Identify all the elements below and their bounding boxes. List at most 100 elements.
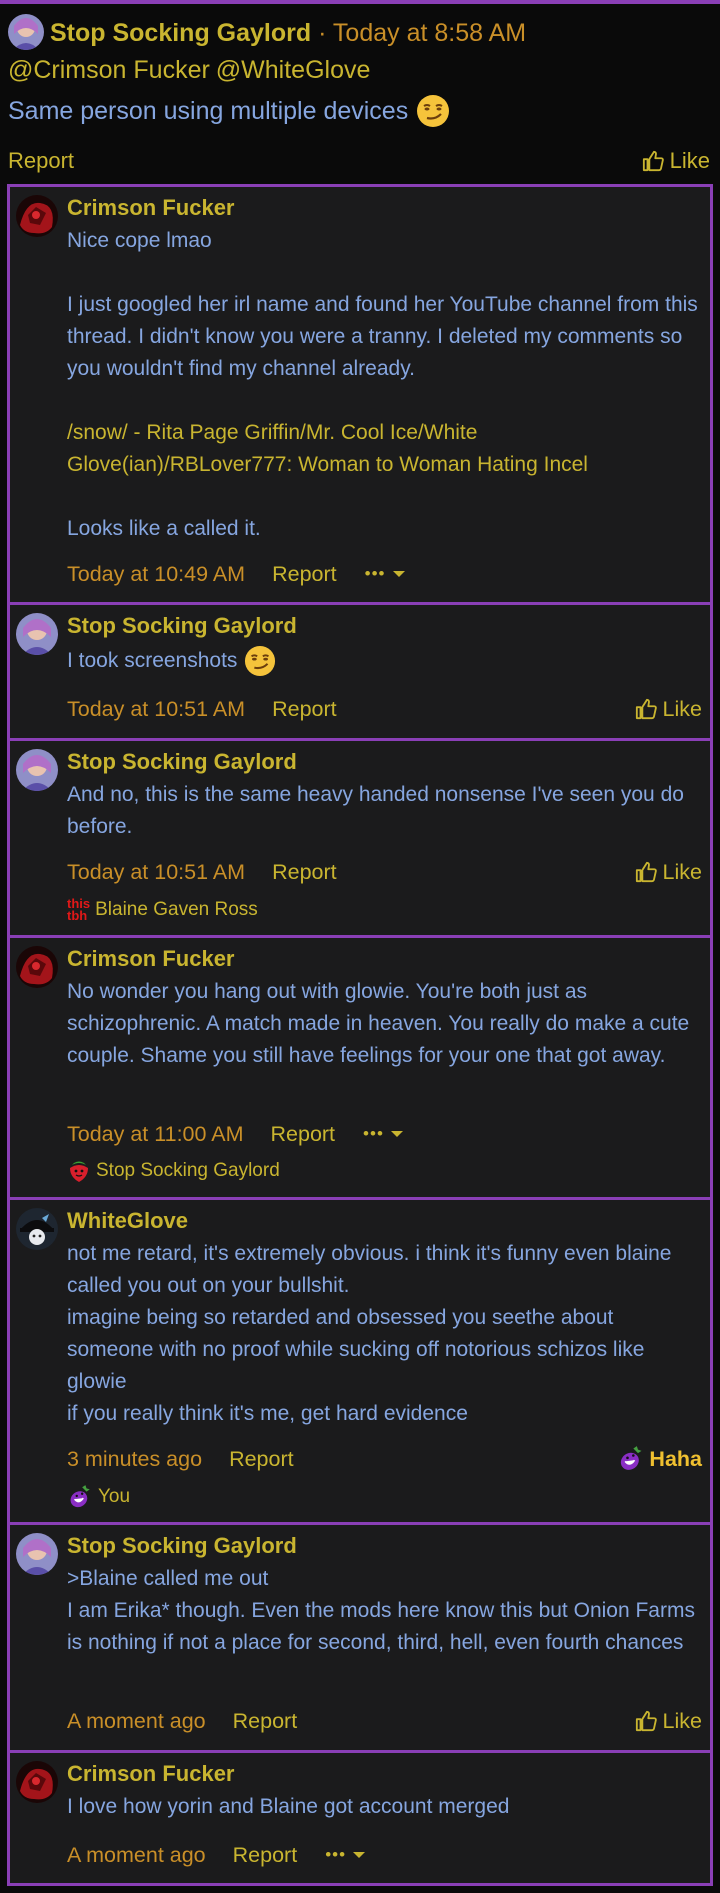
avatar[interactable] xyxy=(8,14,44,50)
report-link[interactable]: Report xyxy=(272,697,337,722)
reply-footer: 3 minutes ago Report Haha xyxy=(67,1443,702,1475)
post-time[interactable]: Today at 8:58 AM xyxy=(333,19,526,47)
reaction-user[interactable]: Stop Socking Gaylord xyxy=(96,1160,280,1182)
separator: · xyxy=(311,19,333,47)
avatar[interactable] xyxy=(16,1761,58,1803)
parent-post: Stop Socking Gaylord · Today at 8:58 AM … xyxy=(0,6,720,182)
reply-line: I am Erika* though. Even the mods here k… xyxy=(67,1599,695,1654)
haha-label: Haha xyxy=(649,1446,702,1471)
post-text: Same person using multiple devices xyxy=(8,94,450,128)
reply-line: I just googled her irl name and found he… xyxy=(67,293,698,380)
reply-body: I took screenshots xyxy=(67,645,702,677)
chevron-down-icon xyxy=(390,1131,403,1137)
avatar[interactable] xyxy=(16,613,58,655)
post-author[interactable]: Stop Socking Gaylord xyxy=(50,19,311,47)
thumbs-up-icon xyxy=(635,861,657,883)
eggplant-icon xyxy=(621,1446,642,1470)
mentions: @Crimson Fucker @WhiteGlove xyxy=(8,56,376,85)
thumbs-up-icon xyxy=(635,698,657,720)
report-link[interactable]: Report xyxy=(272,562,337,587)
reply-time[interactable]: Today at 10:49 AM xyxy=(67,562,245,587)
replies-list: Crimson Fucker Nice cope lmao I just goo… xyxy=(7,184,713,1886)
report-link[interactable]: Report xyxy=(233,1843,298,1868)
reply-author[interactable]: Crimson Fucker xyxy=(67,946,235,972)
reply-footer: Today at 10:51 AM Report Like xyxy=(67,693,702,725)
reply-time[interactable]: Today at 10:51 AM xyxy=(67,697,245,722)
reply-body: I love how yorin and Blaine got account … xyxy=(67,1791,702,1823)
reply-author[interactable]: Stop Socking Gaylord xyxy=(67,1533,297,1559)
mention-whiteglove[interactable]: @WhiteGlove xyxy=(216,56,371,84)
report-link[interactable]: Report xyxy=(233,1709,298,1734)
reply-footer: Today at 11:00 AM Report ••• xyxy=(67,1118,702,1150)
reply-body: not me retard, it's extremely obvious. i… xyxy=(67,1238,702,1430)
smirk-emoji-icon xyxy=(417,95,450,127)
reply-author[interactable]: Stop Socking Gaylord xyxy=(67,613,297,639)
like-label: Like xyxy=(662,859,702,884)
avatar[interactable] xyxy=(16,1208,58,1250)
reaction-summary[interactable]: Stop Socking Gaylord xyxy=(67,1159,280,1183)
reply-time[interactable]: 3 minutes ago xyxy=(67,1447,202,1472)
smirk-emoji-icon xyxy=(245,645,276,677)
reply-post: Stop Socking Gaylord I took screenshots … xyxy=(10,605,710,741)
avatar[interactable] xyxy=(16,749,58,791)
reply-author[interactable]: Crimson Fucker xyxy=(67,1761,235,1787)
reaction-user[interactable]: Blaine Gaven Ross xyxy=(95,899,258,921)
thumbs-up-icon xyxy=(642,150,664,172)
like-button[interactable]: Like xyxy=(635,860,702,885)
like-button[interactable]: Like xyxy=(635,1709,702,1734)
reply-time[interactable]: Today at 11:00 AM xyxy=(67,1122,244,1147)
like-button[interactable]: Like xyxy=(635,697,702,722)
reply-post: Crimson Fucker I love how yorin and Blai… xyxy=(10,1753,710,1886)
report-link[interactable]: Report xyxy=(272,860,337,885)
post-text-content: Same person using multiple devices xyxy=(8,96,409,125)
reply-post: WhiteGlove not me retard, it's extremely… xyxy=(10,1200,710,1525)
strawberry-face-icon xyxy=(70,1161,88,1182)
reply-line: if you really think it's me, get hard ev… xyxy=(67,1402,468,1425)
reply-text: I took screenshots xyxy=(67,649,238,672)
report-link[interactable]: Report xyxy=(8,148,74,174)
reply-body: Nice cope lmao I just googled her irl na… xyxy=(67,225,702,545)
reply-author[interactable]: WhiteGlove xyxy=(67,1208,188,1234)
more-options-button[interactable]: ••• xyxy=(363,1124,404,1144)
reply-time[interactable]: Today at 10:51 AM xyxy=(67,860,245,885)
reply-text: I love how yorin and Blaine got account … xyxy=(67,1795,510,1818)
reply-line: not me retard, it's extremely obvious. i… xyxy=(67,1242,672,1297)
reply-time[interactable]: A moment ago xyxy=(67,1843,206,1868)
like-label: Like xyxy=(669,148,710,173)
avatar[interactable] xyxy=(16,946,58,988)
like-label: Like xyxy=(662,1708,702,1733)
reaction-user[interactable]: You xyxy=(98,1486,130,1508)
reply-line: Nice cope lmao xyxy=(67,229,212,252)
reply-line: Looks like a called it. xyxy=(67,517,261,540)
reply-body: >Blaine called me out I am Erika* though… xyxy=(67,1563,702,1659)
reply-footer: A moment ago Report Like xyxy=(67,1705,702,1737)
mention-crimson[interactable]: @Crimson Fucker xyxy=(8,56,210,84)
reply-post: Stop Socking Gaylord And no, this is the… xyxy=(10,741,710,938)
reply-footer: Today at 10:51 AM Report Like xyxy=(67,856,702,888)
more-options-button[interactable]: ••• xyxy=(365,564,406,584)
top-border xyxy=(0,0,720,4)
reaction-summary[interactable]: this tbh Blaine Gaven Ross xyxy=(67,896,258,923)
avatar[interactable] xyxy=(16,1533,58,1575)
thread-link[interactable]: /snow/ - Rita Page Griffin/Mr. Cool Ice/… xyxy=(67,417,702,481)
reply-post: Crimson Fucker Nice cope lmao I just goo… xyxy=(10,187,710,605)
reply-footer: Today at 10:49 AM Report ••• xyxy=(67,558,702,590)
like-button[interactable]: Like xyxy=(642,148,710,174)
report-link[interactable]: Report xyxy=(229,1447,294,1472)
reply-footer: A moment ago Report ••• xyxy=(67,1839,702,1871)
avatar[interactable] xyxy=(16,195,58,237)
haha-reaction-button[interactable]: Haha xyxy=(617,1445,702,1473)
reply-post: Crimson Fucker No wonder you hang out wi… xyxy=(10,938,710,1200)
report-link[interactable]: Report xyxy=(271,1122,336,1147)
reply-time[interactable]: A moment ago xyxy=(67,1709,206,1734)
reply-text: And no, this is the same heavy handed no… xyxy=(67,783,684,838)
reply-body: And no, this is the same heavy handed no… xyxy=(67,779,702,843)
reply-line: >Blaine called me out xyxy=(67,1567,269,1590)
thumbs-up-icon xyxy=(635,1710,657,1732)
reply-author[interactable]: Crimson Fucker xyxy=(67,195,235,221)
reply-body: No wonder you hang out with glowie. You'… xyxy=(67,976,702,1072)
this-tbh-icon: this tbh xyxy=(67,896,91,923)
reaction-summary[interactable]: You xyxy=(67,1484,130,1510)
more-options-button[interactable]: ••• xyxy=(325,1845,366,1865)
reply-author[interactable]: Stop Socking Gaylord xyxy=(67,749,297,775)
